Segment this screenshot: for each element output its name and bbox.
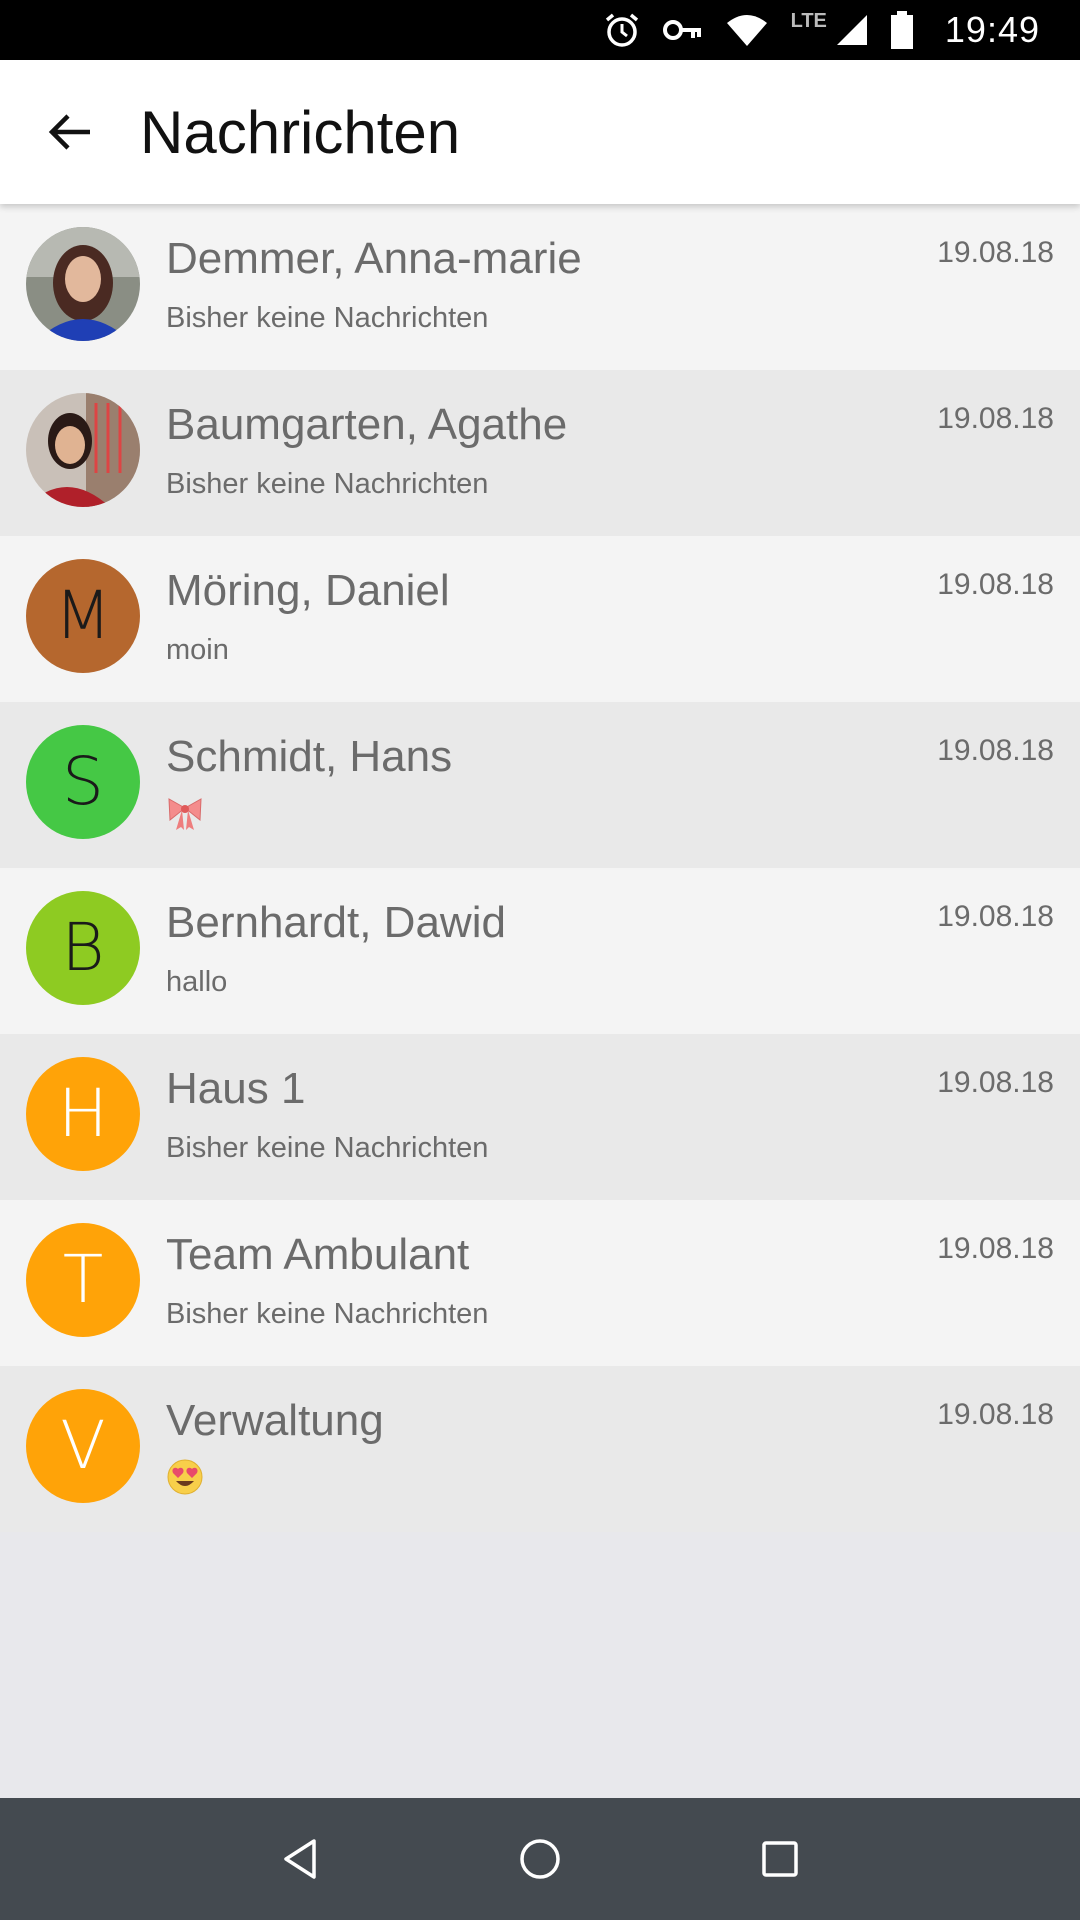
conversation-date: 19.08.18 [937,402,1054,435]
conversation-name: Haus 1 [166,1064,306,1113]
back-button[interactable] [36,98,104,166]
conversation-preview: Bisher keine Nachrichten [166,1298,489,1330]
vpn-key-icon [662,17,703,43]
conversation-date: 19.08.18 [937,1398,1054,1431]
conversation-row[interactable]: T Team Ambulant Bisher keine Nachrichten… [0,1200,1080,1366]
avatar: H [26,1057,140,1171]
avatar: M [26,559,140,673]
conversation-name: Verwaltung [166,1396,384,1445]
conversation-name: Baumgarten, Agathe [166,400,568,449]
clock: 19:49 [944,9,1040,50]
nav-back-button[interactable] [255,1814,345,1904]
alarm-icon [603,11,641,49]
heart-eyes-emoji [167,1459,203,1495]
conversation-preview: hallo [166,966,228,998]
back-triangle-icon [284,1839,316,1879]
conversation-preview: Bisher keine Nachrichten [166,302,489,334]
conversation-date: 19.08.18 [937,236,1054,269]
cell-signal-icon [835,13,869,47]
recents-square-icon [762,1841,798,1877]
conversation-row[interactable]: M Möring, Daniel moin 19.08.18 [0,536,1080,702]
conversation-name: Demmer, Anna-marie [166,234,582,283]
avatar-initial: T [62,1241,104,1318]
avatar: T [26,1223,140,1337]
conversation-name: Schmidt, Hans [166,732,453,781]
conversation-list: Demmer, Anna-marie Bisher keine Nachrich… [0,204,1080,1532]
conversation-row[interactable]: B Bernhardt, Dawid hallo 19.08.18 [0,868,1080,1034]
avatar [26,393,140,507]
conversation-row[interactable]: H Haus 1 Bisher keine Nachrichten 19.08.… [0,1034,1080,1200]
status-bar: LTE 19:49 [0,0,1080,60]
conversation-name: Team Ambulant [166,1230,470,1279]
ribbon-bow-emoji [168,798,202,830]
nav-recents-button[interactable] [735,1814,825,1904]
conversation-name: Bernhardt, Dawid [166,898,506,947]
nav-home-button[interactable] [495,1814,585,1904]
conversation-row[interactable]: V Verwaltung 19.08.18 [0,1366,1080,1532]
conversation-row[interactable]: Baumgarten, Agathe Bisher keine Nachrich… [0,370,1080,536]
conversation-row[interactable]: S Schmidt, Hans 19.08.18 [0,702,1080,868]
conversation-preview: moin [166,634,229,666]
avatar-initial: B [61,909,105,986]
conversation-date: 19.08.18 [937,900,1054,933]
battery-icon [890,11,913,49]
conversation-date: 19.08.18 [937,568,1054,601]
avatar-initial: H [58,1075,108,1152]
avatar [26,227,140,341]
wifi-icon [725,13,769,47]
conversation-date: 19.08.18 [937,1066,1054,1099]
app-bar: Nachrichten [0,60,1080,204]
avatar: B [26,891,140,1005]
arrow-back-icon [48,114,90,150]
conversation-preview: Bisher keine Nachrichten [166,1132,489,1164]
system-nav-bar [0,1798,1080,1920]
avatar-initial: M [54,577,112,654]
avatar-initial: S [62,743,104,820]
avatar: V [26,1389,140,1503]
conversation-preview: Bisher keine Nachrichten [166,468,489,500]
avatar: S [26,725,140,839]
conversation-name: Möring, Daniel [166,566,450,615]
lte-indicator: LTE [790,9,827,32]
conversation-date: 19.08.18 [937,734,1054,767]
conversation-date: 19.08.18 [937,1232,1054,1265]
avatar-initial: V [60,1407,106,1484]
conversation-row[interactable]: Demmer, Anna-marie Bisher keine Nachrich… [0,204,1080,370]
home-circle-icon [520,1839,560,1879]
page-title: Nachrichten [140,98,461,166]
